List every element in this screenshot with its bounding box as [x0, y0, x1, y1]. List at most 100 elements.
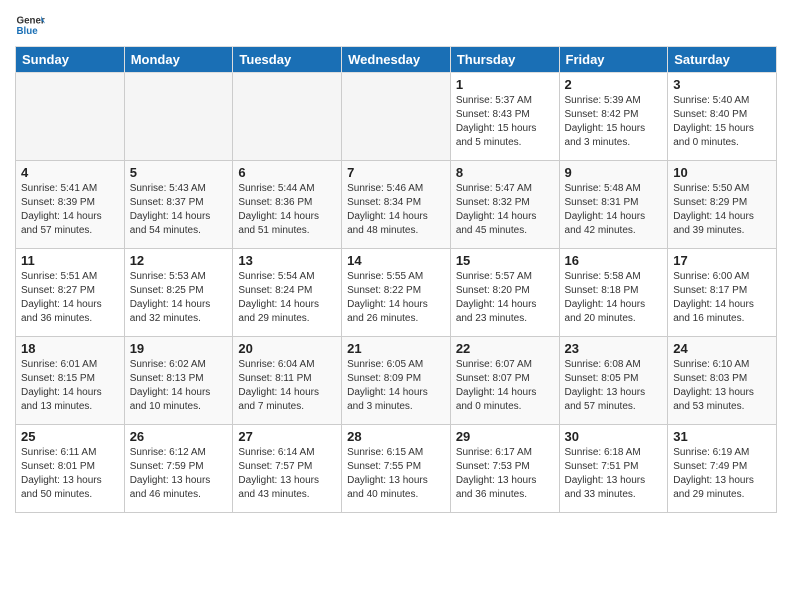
col-header-friday: Friday	[559, 47, 668, 73]
col-header-sunday: Sunday	[16, 47, 125, 73]
cell-5-2: 26 Sunrise: 6:12 AM Sunset: 7:59 PM Dayli…	[124, 425, 233, 513]
calendar-table: SundayMondayTuesdayWednesdayThursdayFrid…	[15, 46, 777, 513]
cell-1-1	[16, 73, 125, 161]
day-info: Sunrise: 6:12 AM Sunset: 7:59 PM Dayligh…	[130, 446, 228, 502]
day-info: Sunrise: 5:55 AM Sunset: 8:22 PM Dayligh…	[347, 270, 445, 326]
cell-5-4: 28Sunrise: 6:15 AM Sunset: 7:55 PM Dayli…	[342, 425, 451, 513]
day-info: Sunrise: 5:43 AM Sunset: 8:37 PM Dayligh…	[130, 182, 228, 238]
day-info: Sunrise: 6:02 AM Sunset: 8:13 PM Dayligh…	[130, 358, 228, 414]
day-number: 12	[130, 253, 228, 268]
day-number: 30	[565, 429, 663, 444]
day-number: 24	[673, 341, 771, 356]
day-number: 7	[347, 165, 445, 180]
day-info: Sunrise: 6:00 AM Sunset: 8:17 PM Dayligh…	[673, 270, 771, 326]
day-number: 4	[21, 165, 119, 180]
day-number: 21	[347, 341, 445, 356]
cell-4-5: 22 Sunrise: 6:07 AM Sunset: 8:07 PM Dayli…	[450, 337, 559, 425]
day-number: 15	[456, 253, 554, 268]
week-row-2: 4 Sunrise: 5:41 AM Sunset: 8:39 PM Daylig…	[16, 161, 777, 249]
day-number: 17	[673, 253, 771, 268]
col-header-saturday: Saturday	[668, 47, 777, 73]
week-row-5: 25 Sunrise: 6:11 AM Sunset: 8:01 PM Dayli…	[16, 425, 777, 513]
day-info: Sunrise: 5:44 AM Sunset: 8:36 PM Dayligh…	[238, 182, 336, 238]
cell-1-7: 3 Sunrise: 5:40 AM Sunset: 8:40 PM Daylig…	[668, 73, 777, 161]
day-number: 26	[130, 429, 228, 444]
cell-2-5: 8 Sunrise: 5:47 AM Sunset: 8:32 PM Daylig…	[450, 161, 559, 249]
cell-2-4: 7 Sunrise: 5:46 AM Sunset: 8:34 PM Daylig…	[342, 161, 451, 249]
day-number: 19	[130, 341, 228, 356]
day-number: 22	[456, 341, 554, 356]
day-number: 31	[673, 429, 771, 444]
day-number: 10	[673, 165, 771, 180]
week-row-3: 11Sunrise: 5:51 AM Sunset: 8:27 PM Dayli…	[16, 249, 777, 337]
day-number: 14	[347, 253, 445, 268]
page: General Blue SundayMondayTuesdayWednesda…	[0, 0, 792, 523]
cell-2-3: 6 Sunrise: 5:44 AM Sunset: 8:36 PM Daylig…	[233, 161, 342, 249]
week-row-4: 18 Sunrise: 6:01 AM Sunset: 8:15 PM Dayli…	[16, 337, 777, 425]
day-number: 3	[673, 77, 771, 92]
cell-2-6: 9Sunrise: 5:48 AM Sunset: 8:31 PM Daylig…	[559, 161, 668, 249]
cell-5-5: 29Sunrise: 6:17 AM Sunset: 7:53 PM Dayli…	[450, 425, 559, 513]
day-info: Sunrise: 6:10 AM Sunset: 8:03 PM Dayligh…	[673, 358, 771, 414]
day-number: 13	[238, 253, 336, 268]
cell-3-3: 13 Sunrise: 5:54 AM Sunset: 8:24 PM Dayli…	[233, 249, 342, 337]
cell-2-7: 10Sunrise: 5:50 AM Sunset: 8:29 PM Dayli…	[668, 161, 777, 249]
day-info: Sunrise: 5:40 AM Sunset: 8:40 PM Dayligh…	[673, 94, 771, 150]
day-info: Sunrise: 5:46 AM Sunset: 8:34 PM Dayligh…	[347, 182, 445, 238]
cell-4-7: 24 Sunrise: 6:10 AM Sunset: 8:03 PM Dayli…	[668, 337, 777, 425]
day-number: 8	[456, 165, 554, 180]
day-number: 6	[238, 165, 336, 180]
day-number: 20	[238, 341, 336, 356]
day-info: Sunrise: 5:37 AM Sunset: 8:43 PM Dayligh…	[456, 94, 554, 150]
svg-text:Blue: Blue	[17, 26, 39, 37]
day-info: Sunrise: 6:01 AM Sunset: 8:15 PM Dayligh…	[21, 358, 119, 414]
cell-4-2: 19 Sunrise: 6:02 AM Sunset: 8:13 PM Dayli…	[124, 337, 233, 425]
col-header-wednesday: Wednesday	[342, 47, 451, 73]
header: General Blue	[15, 10, 777, 40]
day-info: Sunrise: 6:05 AM Sunset: 8:09 PM Dayligh…	[347, 358, 445, 414]
cell-2-2: 5 Sunrise: 5:43 AM Sunset: 8:37 PM Daylig…	[124, 161, 233, 249]
day-info: Sunrise: 6:18 AM Sunset: 7:51 PM Dayligh…	[565, 446, 663, 502]
cell-3-7: 17 Sunrise: 6:00 AM Sunset: 8:17 PM Dayli…	[668, 249, 777, 337]
header-row: SundayMondayTuesdayWednesdayThursdayFrid…	[16, 47, 777, 73]
day-info: Sunrise: 5:48 AM Sunset: 8:31 PM Dayligh…	[565, 182, 663, 238]
day-info: Sunrise: 6:19 AM Sunset: 7:49 PM Dayligh…	[673, 446, 771, 502]
day-number: 18	[21, 341, 119, 356]
day-info: Sunrise: 6:08 AM Sunset: 8:05 PM Dayligh…	[565, 358, 663, 414]
day-number: 23	[565, 341, 663, 356]
day-info: Sunrise: 5:39 AM Sunset: 8:42 PM Dayligh…	[565, 94, 663, 150]
day-info: Sunrise: 5:57 AM Sunset: 8:20 PM Dayligh…	[456, 270, 554, 326]
day-info: Sunrise: 6:14 AM Sunset: 7:57 PM Dayligh…	[238, 446, 336, 502]
day-info: Sunrise: 6:07 AM Sunset: 8:07 PM Dayligh…	[456, 358, 554, 414]
cell-2-1: 4 Sunrise: 5:41 AM Sunset: 8:39 PM Daylig…	[16, 161, 125, 249]
cell-3-1: 11Sunrise: 5:51 AM Sunset: 8:27 PM Dayli…	[16, 249, 125, 337]
cell-5-6: 30 Sunrise: 6:18 AM Sunset: 7:51 PM Dayli…	[559, 425, 668, 513]
week-row-1: 1Sunrise: 5:37 AM Sunset: 8:43 PM Daylig…	[16, 73, 777, 161]
day-info: Sunrise: 5:41 AM Sunset: 8:39 PM Dayligh…	[21, 182, 119, 238]
logo-icon: General Blue	[15, 10, 45, 40]
day-number: 11	[21, 253, 119, 268]
day-info: Sunrise: 6:15 AM Sunset: 7:55 PM Dayligh…	[347, 446, 445, 502]
day-number: 27	[238, 429, 336, 444]
cell-5-7: 31 Sunrise: 6:19 AM Sunset: 7:49 PM Dayli…	[668, 425, 777, 513]
day-info: Sunrise: 6:17 AM Sunset: 7:53 PM Dayligh…	[456, 446, 554, 502]
day-number: 25	[21, 429, 119, 444]
day-info: Sunrise: 6:04 AM Sunset: 8:11 PM Dayligh…	[238, 358, 336, 414]
day-info: Sunrise: 5:58 AM Sunset: 8:18 PM Dayligh…	[565, 270, 663, 326]
col-header-tuesday: Tuesday	[233, 47, 342, 73]
day-info: Sunrise: 5:53 AM Sunset: 8:25 PM Dayligh…	[130, 270, 228, 326]
day-number: 16	[565, 253, 663, 268]
cell-5-1: 25 Sunrise: 6:11 AM Sunset: 8:01 PM Dayli…	[16, 425, 125, 513]
day-info: Sunrise: 5:54 AM Sunset: 8:24 PM Dayligh…	[238, 270, 336, 326]
col-header-monday: Monday	[124, 47, 233, 73]
cell-5-3: 27 Sunrise: 6:14 AM Sunset: 7:57 PM Dayli…	[233, 425, 342, 513]
cell-1-5: 1Sunrise: 5:37 AM Sunset: 8:43 PM Daylig…	[450, 73, 559, 161]
day-info: Sunrise: 6:11 AM Sunset: 8:01 PM Dayligh…	[21, 446, 119, 502]
day-info: Sunrise: 5:47 AM Sunset: 8:32 PM Dayligh…	[456, 182, 554, 238]
day-number: 5	[130, 165, 228, 180]
cell-4-3: 20 Sunrise: 6:04 AM Sunset: 8:11 PM Dayli…	[233, 337, 342, 425]
col-header-thursday: Thursday	[450, 47, 559, 73]
cell-3-6: 16 Sunrise: 5:58 AM Sunset: 8:18 PM Dayli…	[559, 249, 668, 337]
svg-text:General: General	[17, 16, 46, 27]
cell-1-2	[124, 73, 233, 161]
